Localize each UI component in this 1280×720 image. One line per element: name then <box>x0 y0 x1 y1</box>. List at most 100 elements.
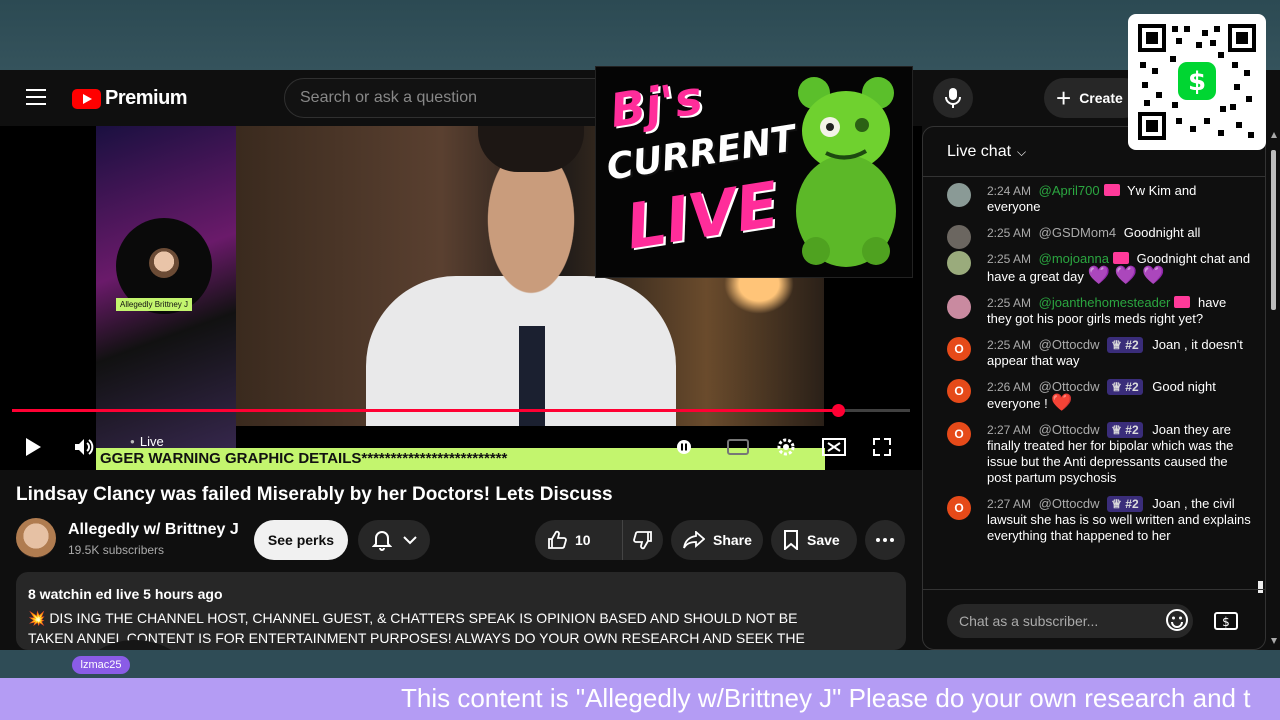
fullscreen-button[interactable] <box>867 432 897 462</box>
super-chat-icon[interactable]: $ <box>1211 606 1241 636</box>
crown-rank-badge: ♕ #2 <box>1107 422 1143 438</box>
cash-app-qr-code: $ <box>1128 14 1266 150</box>
crown-rank-badge: ♕ #2 <box>1107 337 1143 353</box>
stream-logo-overlay: Bj's CURRENT LIVE <box>595 66 913 278</box>
logo-text: Premium <box>105 87 188 109</box>
message-author[interactable]: @GSDMom4 <box>1039 225 1117 240</box>
description-meta: 8 watchin ed live 5 hours ago <box>28 586 223 602</box>
message-author[interactable]: @Ottocdw <box>1039 422 1100 437</box>
video-side-graphic: Allegedly Brittney J <box>96 126 236 470</box>
chevron-down-icon <box>402 536 417 545</box>
settings-button[interactable] <box>771 432 801 462</box>
play-button[interactable] <box>18 432 48 462</box>
message-author[interactable]: @joanthehomesteader <box>1039 295 1171 310</box>
chat-input[interactable]: Chat as a subscriber... <box>947 604 1193 638</box>
rank-number: #2 <box>1125 338 1139 352</box>
volume-button[interactable] <box>70 432 100 462</box>
pause-button[interactable] <box>669 432 699 462</box>
chat-message: O 2:26 AM @Ottocdw ♕ #2 Good night every… <box>923 377 1253 420</box>
member-badge-icon <box>1112 252 1129 264</box>
message-time: 2:25 AM <box>987 226 1032 240</box>
like-button[interactable]: 10 <box>535 520 623 560</box>
thumbs-down-icon <box>633 531 652 550</box>
message-author[interactable]: @Ottocdw <box>1039 496 1100 511</box>
voice-search-button[interactable] <box>933 78 973 118</box>
rank-number: #2 <box>1125 423 1139 437</box>
notifications-button[interactable] <box>358 520 430 560</box>
pause-icon <box>677 440 691 454</box>
trigger-warning-banner: GGER WARNING GRAPHIC DETAILS************… <box>96 448 825 470</box>
chat-input-area: Chat as a subscriber... $ <box>923 589 1265 649</box>
webcam-name-tag: lzmac25 <box>72 656 130 674</box>
stream-ticker: This content is "Allegedly w/Brittney J"… <box>0 678 1280 720</box>
chat-message: 2:25 AM @joanthehomesteader have they go… <box>923 293 1253 335</box>
gummy-bear-illustration <box>796 77 896 267</box>
avatar <box>947 251 971 275</box>
avatar <box>947 225 971 249</box>
miniplayer-button[interactable] <box>819 432 849 462</box>
member-badge-icon <box>1103 184 1120 196</box>
qr-code-pattern: $ <box>1138 24 1256 140</box>
chat-message-list[interactable]: 2:24 AM @April700 Yw Kim and everyone 2:… <box>923 181 1253 591</box>
message-author[interactable]: @April700 <box>1039 183 1100 198</box>
youtube-play-icon <box>72 88 101 109</box>
avatar: O <box>947 496 971 520</box>
rank-number: #2 <box>1125 380 1139 394</box>
youtube-premium-logo[interactable]: Premium <box>72 87 188 110</box>
progress-scrubber[interactable] <box>832 404 846 417</box>
message-author[interactable]: @Ottocdw <box>1039 337 1100 352</box>
description-box[interactable]: 8 watchin ed live 5 hours ago 💥 DIS ING … <box>16 572 906 650</box>
search-input[interactable]: Search or ask a question <box>284 78 614 118</box>
page-scrollbar[interactable] <box>1268 126 1280 650</box>
emoji-icon[interactable] <box>1165 608 1189 632</box>
captions-button[interactable] <box>723 432 753 462</box>
more-actions-button[interactable] <box>865 520 905 560</box>
chat-message: 2:25 AM @mojoanna Goodnight chat and hav… <box>923 249 1253 293</box>
crown-rank-badge: ♕ #2 <box>1107 496 1143 512</box>
chat-message: O 2:27 AM @Ottocdw ♕ #2 Joan they are fi… <box>923 420 1253 494</box>
progress-fill <box>12 409 839 412</box>
crown-rank-badge: ♕ #2 <box>1107 379 1143 395</box>
avatar: O <box>947 422 971 446</box>
menu-icon[interactable] <box>26 89 46 105</box>
chat-mode-selector[interactable]: Live chat ⌵ <box>947 143 1026 161</box>
chat-scrollbar[interactable] <box>1258 193 1263 593</box>
host-name-tag: Allegedly Brittney J <box>116 298 193 311</box>
chat-message: 2:24 AM @April700 Yw Kim and everyone <box>923 181 1253 223</box>
description-line: 💥 DIS ING THE CHANNEL HOST, CHANNEL GUES… <box>28 610 798 626</box>
message-time: 2:25 AM <box>987 338 1032 352</box>
svg-text:$: $ <box>1222 615 1230 629</box>
bookmark-icon <box>784 530 798 550</box>
thumbs-up-icon <box>548 530 567 549</box>
create-label: Create <box>1079 90 1123 106</box>
share-label: Share <box>713 532 752 548</box>
channel-name[interactable]: Allegedly w/ Brittney J <box>68 521 239 539</box>
message-time: 2:26 AM <box>987 380 1032 394</box>
message-text: Goodnight all <box>1123 225 1201 240</box>
bell-icon <box>371 531 392 551</box>
see-perks-button[interactable]: See perks <box>254 520 348 560</box>
dislike-button[interactable] <box>623 530 663 550</box>
message-time: 2:27 AM <box>987 497 1032 511</box>
message-time: 2:25 AM <box>987 252 1032 266</box>
chat-message: O 2:27 AM @Ottocdw ♕ #2 Joan , the civil… <box>923 494 1253 552</box>
save-button[interactable]: Save <box>771 520 857 560</box>
message-time: 2:27 AM <box>987 423 1032 437</box>
message-author[interactable]: @mojoanna <box>1039 251 1109 266</box>
captions-icon <box>727 439 749 455</box>
chat-title: Live chat <box>947 143 1012 160</box>
progress-bar[interactable] <box>12 404 910 417</box>
share-button[interactable]: Share <box>671 520 763 560</box>
chat-message: O 2:25 AM @Ottocdw ♕ #2 Joan , it doesn'… <box>923 335 1253 377</box>
ticker-text: This content is "Allegedly w/Brittney J"… <box>401 683 1251 713</box>
fullscreen-icon <box>873 438 891 456</box>
live-indicator[interactable]: Live <box>130 434 164 449</box>
svg-text:$: $ <box>1188 67 1206 97</box>
volume-icon <box>75 439 94 455</box>
avatar <box>947 183 971 207</box>
message-time: 2:25 AM <box>987 296 1032 310</box>
message-author[interactable]: @Ottocdw <box>1039 379 1100 394</box>
save-label: Save <box>807 532 840 548</box>
channel-avatar[interactable] <box>16 518 56 558</box>
miniplayer-icon <box>822 438 846 456</box>
